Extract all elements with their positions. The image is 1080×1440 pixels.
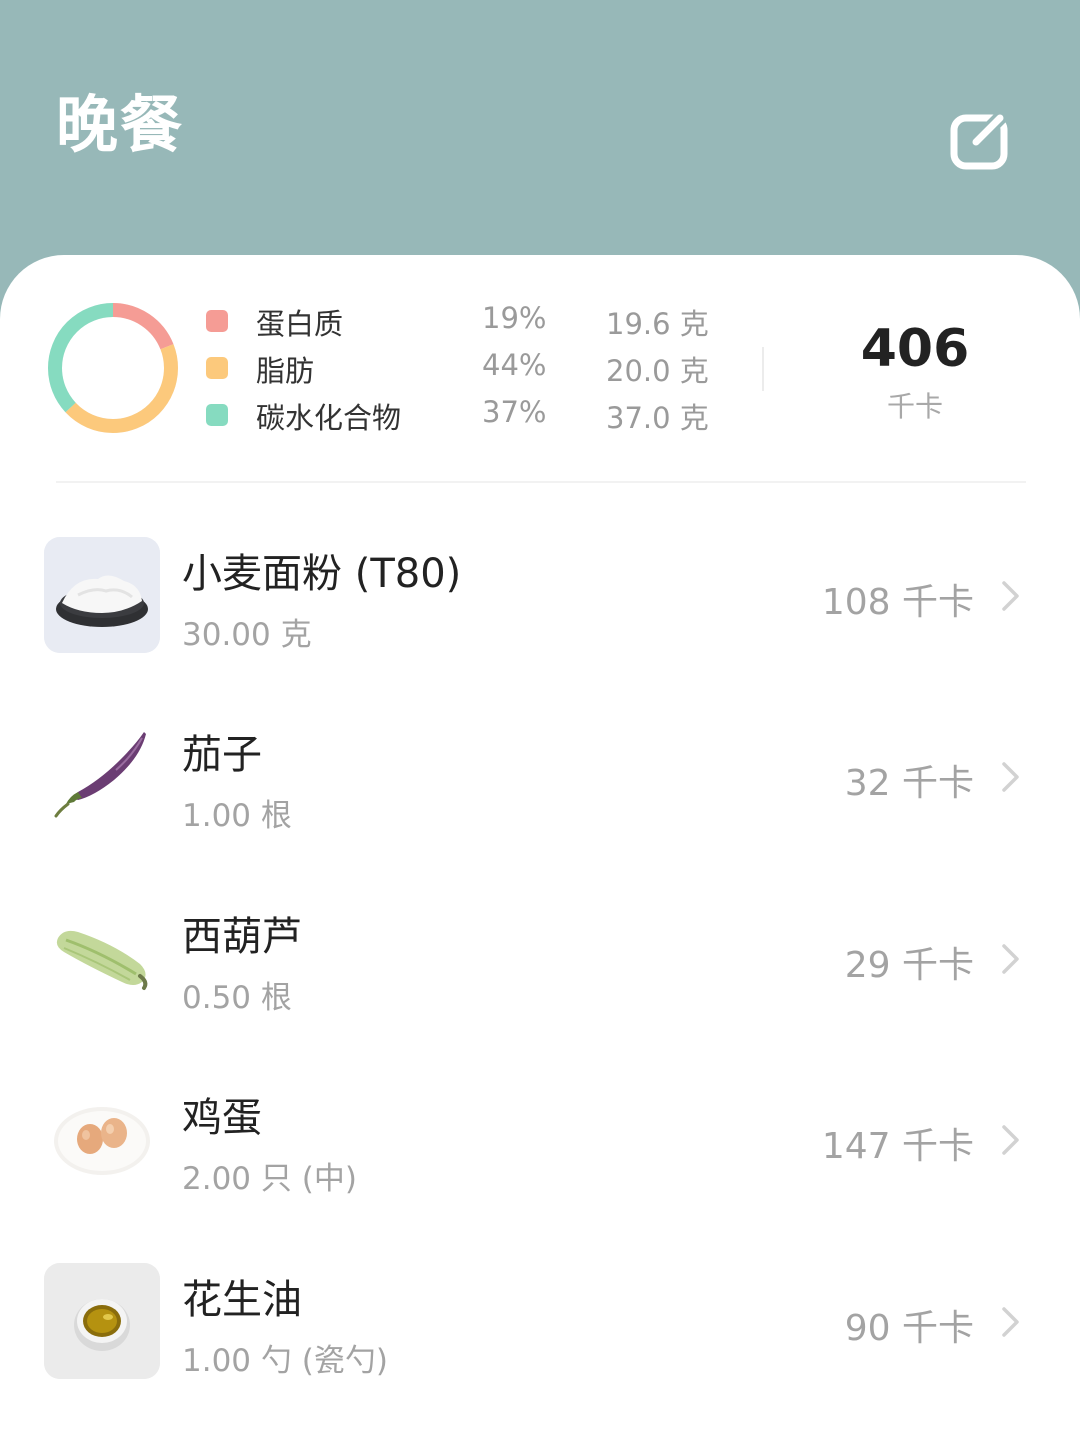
food-name: 茄子 bbox=[182, 732, 262, 778]
food-amount: 2.00 只 (中) bbox=[182, 1161, 357, 1197]
zucchini-icon bbox=[44, 900, 160, 1016]
macro-name: 碳水化合物 bbox=[256, 401, 402, 435]
macro-name: 蛋白质 bbox=[256, 307, 344, 341]
food-item-eggplant[interactable]: 茄子 1.00 根 32 千卡 bbox=[0, 718, 1080, 868]
food-thumbnail bbox=[44, 1263, 160, 1379]
chevron-right-icon bbox=[1002, 762, 1019, 792]
egg-icon bbox=[44, 1081, 160, 1197]
oil-icon bbox=[44, 1263, 160, 1379]
macro-row-protein: 蛋白质 19% 19.6 克 bbox=[0, 299, 740, 345]
edit-button[interactable] bbox=[948, 108, 1014, 174]
food-calories: 147 千卡 bbox=[821, 1126, 974, 1167]
chevron-right-icon bbox=[1002, 581, 1019, 611]
macro-row-fat: 脂肪 44% 20.0 克 bbox=[0, 346, 740, 392]
food-calories: 29 千卡 bbox=[844, 945, 974, 986]
total-calories-unit: 千卡 bbox=[886, 390, 943, 423]
food-calories: 108 千卡 bbox=[821, 582, 974, 623]
macro-color-dot bbox=[206, 404, 228, 426]
macro-color-dot bbox=[206, 357, 228, 379]
food-name: 鸡蛋 bbox=[182, 1095, 262, 1141]
page-title: 晚餐 bbox=[56, 88, 185, 161]
summary-divider bbox=[762, 347, 764, 391]
macro-percent: 44% bbox=[482, 348, 547, 382]
food-thumbnail bbox=[44, 537, 160, 653]
macro-grams: 20.0 克 bbox=[606, 354, 709, 388]
food-name: 花生油 bbox=[182, 1277, 302, 1323]
chevron-right-icon bbox=[1002, 1307, 1019, 1337]
section-divider bbox=[56, 481, 1026, 483]
flour-icon bbox=[44, 537, 160, 653]
food-amount: 0.50 根 bbox=[182, 980, 292, 1016]
macro-color-dot bbox=[206, 310, 228, 332]
eggplant-icon bbox=[44, 718, 160, 834]
macro-row-carbs: 碳水化合物 37% 37.0 克 bbox=[0, 393, 740, 439]
food-thumbnail bbox=[44, 900, 160, 1016]
chevron-right-icon bbox=[1002, 944, 1019, 974]
food-item-egg[interactable]: 鸡蛋 2.00 只 (中) 147 千卡 bbox=[0, 1081, 1080, 1231]
macro-name: 脂肪 bbox=[256, 354, 315, 388]
food-amount: 30.00 克 bbox=[182, 617, 312, 653]
macro-grams: 37.0 克 bbox=[606, 401, 709, 435]
edit-icon bbox=[950, 109, 1009, 170]
food-item-flour[interactable]: 小麦面粉 (T80) 30.00 克 108 千卡 bbox=[0, 537, 1080, 687]
food-amount: 1.00 勺 (瓷勺) bbox=[182, 1343, 388, 1379]
food-item-peanut-oil[interactable]: 花生油 1.00 勺 (瓷勺) 90 千卡 bbox=[0, 1263, 1080, 1413]
meal-card: 蛋白质 19% 19.6 克 脂肪 44% 20.0 克 碳水化合物 37% 3… bbox=[0, 255, 1080, 1440]
macro-percent: 19% bbox=[482, 301, 547, 335]
food-calories: 32 千卡 bbox=[844, 763, 974, 804]
macro-percent: 37% bbox=[482, 395, 547, 429]
total-calories: 406 bbox=[860, 319, 970, 379]
food-amount: 1.00 根 bbox=[182, 798, 292, 834]
food-thumbnail bbox=[44, 1081, 160, 1197]
macro-grams: 19.6 克 bbox=[606, 307, 709, 341]
food-thumbnail bbox=[44, 718, 160, 834]
food-name: 西葫芦 bbox=[182, 914, 302, 960]
chevron-right-icon bbox=[1002, 1125, 1019, 1155]
food-name: 小麦面粉 (T80) bbox=[182, 551, 462, 597]
food-item-zucchini[interactable]: 西葫芦 0.50 根 29 千卡 bbox=[0, 900, 1080, 1050]
food-calories: 90 千卡 bbox=[844, 1308, 974, 1349]
